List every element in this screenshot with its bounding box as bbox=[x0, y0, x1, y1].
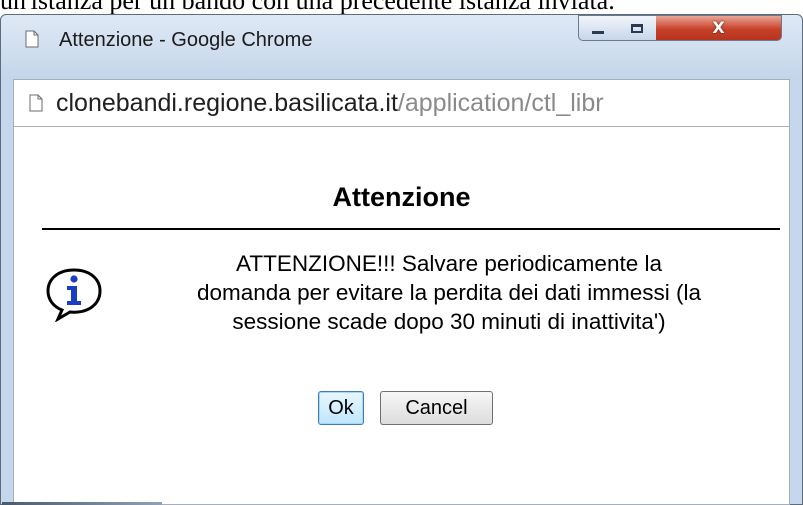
message-line: domanda per evitare la perdita dei dati … bbox=[197, 280, 701, 305]
close-button[interactable]: X bbox=[656, 15, 782, 41]
page-icon bbox=[25, 30, 39, 48]
message-line: ATTENZIONE!!! Salvare periodicamente la bbox=[236, 251, 662, 276]
url-text[interactable]: clonebandi.regione.basilicata.it/applica… bbox=[56, 89, 604, 118]
url-host: clonebandi.regione.basilicata.it bbox=[56, 89, 398, 117]
maximize-icon bbox=[630, 23, 643, 33]
info-icon bbox=[46, 268, 102, 322]
minimize-button[interactable] bbox=[578, 15, 618, 41]
url-path: /application/ctl_libr bbox=[397, 89, 604, 117]
cancel-button[interactable]: Cancel bbox=[380, 391, 493, 425]
alert-message: ATTENZIONE!!! Salvare periodicamente la … bbox=[124, 249, 774, 336]
page-icon bbox=[29, 94, 43, 112]
title-bar[interactable]: Attenzione - Google Chrome X bbox=[1, 15, 802, 61]
message-line: sessione scade dopo 30 minuti di inattiv… bbox=[232, 309, 666, 334]
chrome-popup-window: Attenzione - Google Chrome X clonebandi.… bbox=[0, 14, 803, 505]
heading-divider bbox=[42, 228, 780, 230]
maximize-button[interactable] bbox=[617, 15, 657, 41]
dialog-heading: Attenzione bbox=[332, 182, 471, 212]
minimize-icon bbox=[592, 30, 604, 34]
dialog-content: Attenzione ATTENZIONE!!! Salvare periodi… bbox=[13, 127, 790, 505]
window-title: Attenzione - Google Chrome bbox=[59, 29, 313, 51]
close-icon: X bbox=[712, 18, 725, 37]
ok-button[interactable]: Ok bbox=[318, 391, 364, 425]
address-bar[interactable]: clonebandi.regione.basilicata.it/applica… bbox=[13, 79, 790, 127]
